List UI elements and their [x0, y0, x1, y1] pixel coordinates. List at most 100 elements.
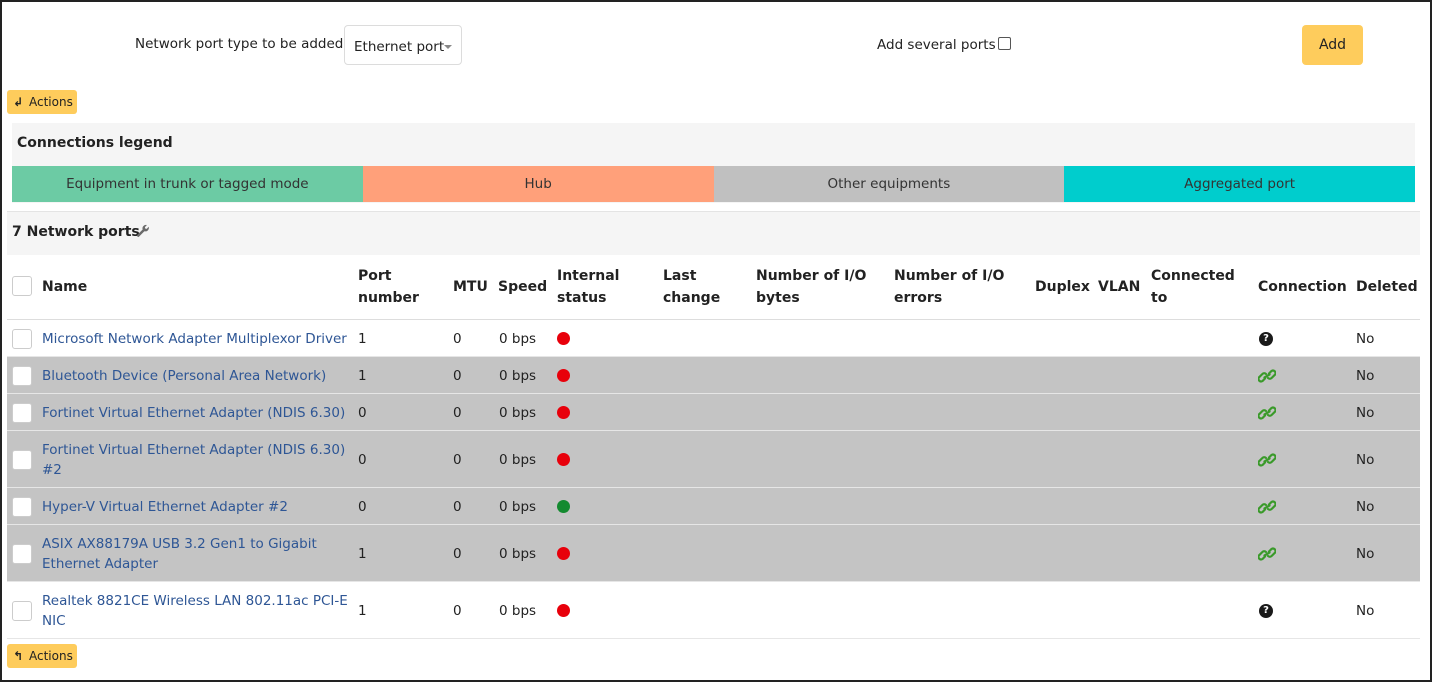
status-dot-icon: [557, 499, 570, 513]
table-row: Hyper-V Virtual Ethernet Adapter #2 0 0 0 b…: [7, 488, 1420, 525]
add-port-form: Network port type to be added Ethernet p…: [0, 0, 1432, 88]
deleted-value: No: [1356, 451, 1375, 468]
mtu-value: 0: [453, 404, 462, 421]
table-row: Microsoft Network Adapter Multiplexor Dr…: [7, 320, 1420, 357]
row-checkbox[interactable]: [12, 402, 32, 423]
mtu-value: 0: [453, 545, 462, 562]
speed-value: 0 bps: [499, 545, 537, 562]
col-io-errors[interactable]: Number of I/O errors: [894, 265, 1004, 309]
port-number: 0: [358, 404, 367, 421]
speed-value: 0 bps: [499, 602, 537, 619]
table-row: Realtek 8821CE Wireless LAN 802.11ac PCI…: [7, 582, 1420, 639]
legend-item: Aggregated port: [1064, 166, 1415, 202]
mtu-value: 0: [453, 330, 462, 347]
actions-button-bottom[interactable]: ↰ Actions: [7, 644, 77, 668]
arrow-down-left-icon: ↲: [13, 95, 24, 109]
mtu-value: 0: [453, 498, 462, 515]
ports-section-header: [7, 211, 1420, 255]
row-checkbox[interactable]: [12, 365, 32, 386]
actions-label: Actions: [29, 649, 73, 663]
port-number: 1: [358, 367, 367, 384]
port-number: 0: [358, 451, 367, 468]
ports-title: 7 Network ports: [12, 224, 140, 240]
mtu-value: 0: [453, 602, 462, 619]
port-type-label: Network port type to be added: [135, 36, 344, 52]
port-number: 0: [358, 498, 367, 515]
status-dot-icon: [557, 331, 570, 345]
question-mark-icon[interactable]: ?: [1259, 331, 1273, 346]
link-icon[interactable]: [1257, 369, 1277, 387]
row-checkbox[interactable]: [12, 328, 32, 349]
deleted-value: No: [1356, 545, 1375, 562]
select-all-checkbox[interactable]: [12, 276, 32, 296]
add-button[interactable]: Add: [1302, 25, 1363, 65]
legend-row: Equipment in trunk or tagged mode Hub Othe…: [12, 166, 1415, 202]
link-icon[interactable]: [1257, 547, 1277, 565]
mtu-value: 0: [453, 367, 462, 384]
table-row: ASIX AX88179A USB 3.2 Gen1 to Gigabit Et…: [7, 525, 1420, 582]
port-type-select[interactable]: Ethernet port: [344, 25, 462, 65]
legend-item: Other equipments: [713, 166, 1065, 202]
deleted-value: No: [1356, 602, 1375, 619]
col-deleted[interactable]: Deleted: [1356, 276, 1418, 298]
mtu-value: 0: [453, 451, 462, 468]
table-row: Bluetooth Device (Personal Area Network)…: [7, 357, 1420, 394]
port-type-value: Ethernet port: [354, 39, 445, 55]
actions-label: Actions: [29, 95, 73, 109]
col-mtu[interactable]: MTU: [453, 276, 488, 298]
add-several-label: Add several ports: [877, 37, 996, 53]
legend-item: Equipment in trunk or tagged mode: [12, 166, 363, 202]
wrench-icon[interactable]: [136, 224, 150, 242]
col-vlan[interactable]: VLAN: [1098, 276, 1140, 298]
col-duplex[interactable]: Duplex: [1035, 276, 1090, 298]
deleted-value: No: [1356, 404, 1375, 421]
table-row: Fortinet Virtual Ethernet Adapter (NDIS …: [7, 394, 1420, 431]
port-name-link[interactable]: Fortinet Virtual Ethernet Adapter (NDIS …: [42, 440, 352, 480]
col-name[interactable]: Name: [42, 276, 87, 298]
table-row: Fortinet Virtual Ethernet Adapter (NDIS …: [7, 431, 1420, 488]
deleted-value: No: [1356, 330, 1375, 347]
link-icon[interactable]: [1257, 453, 1277, 471]
status-dot-icon: [557, 546, 570, 560]
status-dot-icon: [557, 368, 570, 382]
port-name-link[interactable]: Hyper-V Virtual Ethernet Adapter #2: [42, 497, 352, 517]
col-connection[interactable]: Connection: [1258, 276, 1347, 298]
question-mark-icon[interactable]: ?: [1259, 603, 1273, 618]
port-name-link[interactable]: Microsoft Network Adapter Multiplexor Dr…: [42, 329, 352, 349]
link-icon[interactable]: [1257, 500, 1277, 518]
col-last-change[interactable]: Last change: [663, 265, 720, 309]
link-icon[interactable]: [1257, 406, 1277, 424]
row-checkbox[interactable]: [12, 600, 32, 621]
chevron-down-icon: [444, 45, 452, 49]
col-speed[interactable]: Speed: [498, 276, 547, 298]
status-dot-icon: [557, 405, 570, 419]
port-name-link[interactable]: ASIX AX88179A USB 3.2 Gen1 to Gigabit Et…: [42, 534, 352, 574]
row-checkbox[interactable]: [12, 449, 32, 470]
arrow-up-left-icon: ↰: [13, 649, 24, 663]
row-checkbox[interactable]: [12, 543, 32, 564]
col-io-bytes[interactable]: Number of I/O bytes: [756, 265, 866, 309]
add-several-checkbox[interactable]: [998, 37, 1011, 50]
deleted-value: No: [1356, 367, 1375, 384]
port-name-link[interactable]: Realtek 8821CE Wireless LAN 802.11ac PCI…: [42, 591, 352, 631]
port-name-link[interactable]: Fortinet Virtual Ethernet Adapter (NDIS …: [42, 403, 352, 423]
speed-value: 0 bps: [499, 498, 537, 515]
speed-value: 0 bps: [499, 404, 537, 421]
port-name-link[interactable]: Bluetooth Device (Personal Area Network): [42, 366, 352, 386]
speed-value: 0 bps: [499, 330, 537, 347]
speed-value: 0 bps: [499, 367, 537, 384]
deleted-value: No: [1356, 498, 1375, 515]
port-number: 1: [358, 330, 367, 347]
row-checkbox[interactable]: [12, 496, 32, 517]
col-port-number[interactable]: Port number: [358, 265, 419, 309]
speed-value: 0 bps: [499, 451, 537, 468]
col-connected-to[interactable]: Connected to: [1151, 265, 1235, 309]
col-internal-status[interactable]: Internal status: [557, 265, 619, 309]
port-number: 1: [358, 602, 367, 619]
actions-button-top[interactable]: ↲ Actions: [7, 90, 77, 114]
status-dot-icon: [557, 452, 570, 466]
legend-item: Hub: [362, 166, 714, 202]
status-dot-icon: [557, 603, 570, 617]
legend-title: Connections legend: [17, 135, 173, 151]
port-number: 1: [358, 545, 367, 562]
